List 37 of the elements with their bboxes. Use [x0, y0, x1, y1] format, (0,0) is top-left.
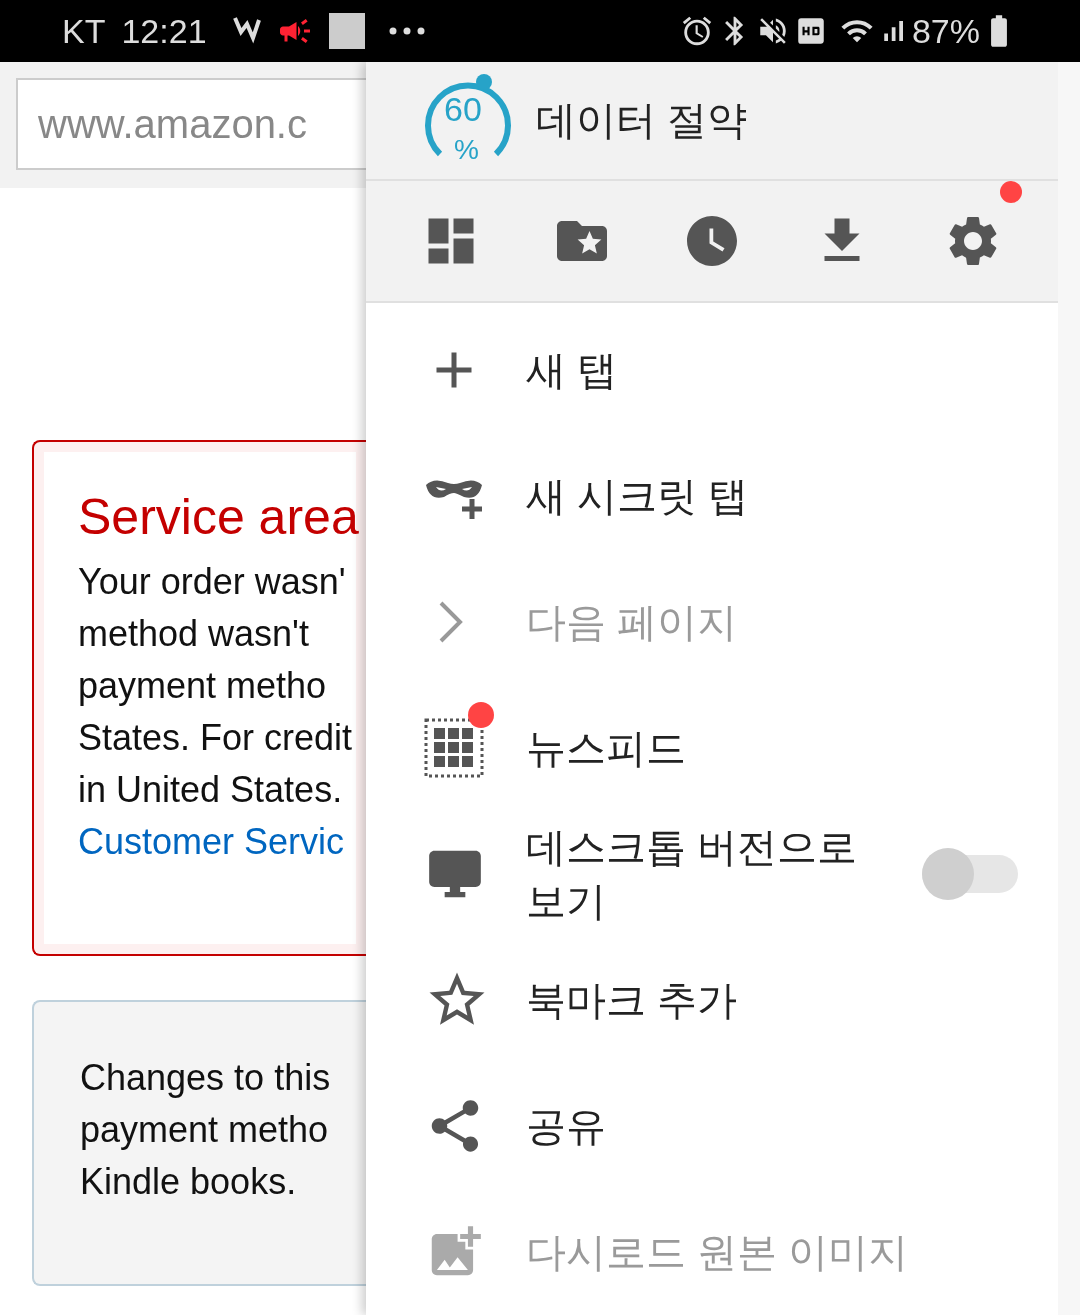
menu-item-label: 데스크톱 버전으로 보기	[526, 824, 859, 925]
menu-item[interactable]: 북마크 추가	[366, 937, 1058, 1063]
menu-item-label: 새 탭	[526, 347, 619, 394]
battery-percent: 87%	[911, 10, 980, 52]
customer-service-link[interactable]: Customer Servic	[78, 816, 366, 868]
alert-title: Service area	[78, 488, 360, 547]
menu-item[interactable]: 공유	[366, 1063, 1058, 1189]
menu-item-label: 다시로드 원본 이미지	[526, 1229, 910, 1276]
menu-item[interactable]: 새 시크릿 탭	[366, 433, 1058, 559]
menu-item[interactable]: 뉴스피드	[366, 685, 1058, 811]
info-text-line: Changes to this	[80, 1056, 332, 1100]
alert-text-line: in United States.	[78, 768, 344, 812]
menu-item[interactable]: 데스크톱 버전으로 보기	[366, 811, 1058, 937]
dotted-grid-icon	[424, 718, 484, 778]
percent-sign: %	[454, 136, 479, 165]
toggle-switch[interactable]	[922, 848, 1018, 900]
alert-text-line: payment metho	[78, 664, 328, 708]
app-icon	[328, 13, 365, 49]
menu-item-label: 북마크 추가	[526, 977, 739, 1024]
alert-text-line: States. For credit	[78, 716, 354, 760]
saver-percent: 60	[444, 92, 482, 127]
info-text-line: payment metho	[80, 1108, 330, 1152]
alert-text-line: method wasn't	[78, 612, 310, 656]
carrier: KT	[62, 10, 106, 52]
info-text-line: Kindle books.	[80, 1160, 298, 1204]
clock-time: 12:21	[121, 10, 207, 52]
more-icon	[388, 27, 425, 35]
menu-item-label: 새 시크릿 탭	[526, 473, 750, 520]
address-field[interactable]: www.amazon.c	[16, 78, 366, 170]
menu-item-label: 다음 페이지	[526, 599, 739, 646]
menu-item[interactable]: 새 탭	[366, 307, 1058, 433]
chevron-right-icon	[438, 600, 464, 644]
alert-text-line: Your order wasn'	[78, 560, 347, 604]
data-saver-label[interactable]: 데이터 절약	[536, 90, 748, 151]
bolt-icon	[230, 16, 261, 46]
menu-item-label: 공유	[526, 1103, 607, 1150]
menu-item-label: 뉴스피드	[526, 725, 687, 772]
